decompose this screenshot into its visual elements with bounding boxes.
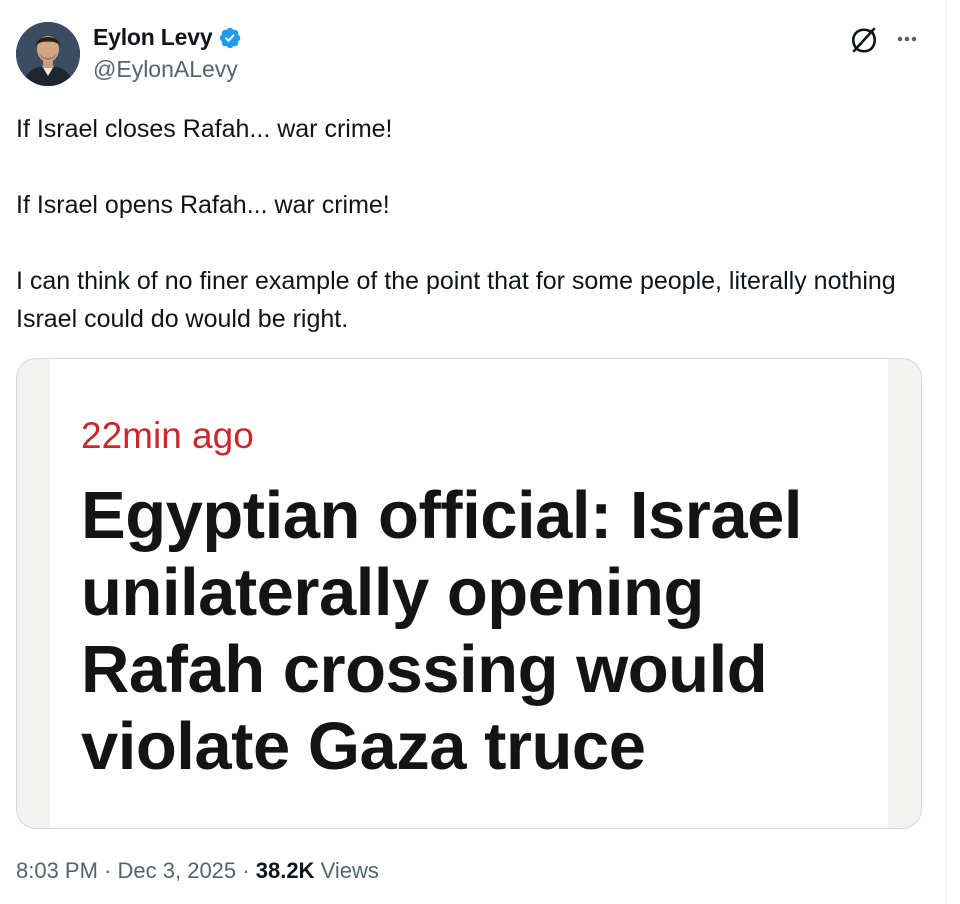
author-handle[interactable]: @EylonALevy — [93, 56, 238, 83]
author-name-row: Eylon Levy — [93, 24, 242, 51]
tweet-time[interactable]: 8:03 PM — [16, 858, 98, 883]
news-headline: Egyptian official: Israel unilaterally o… — [81, 478, 802, 784]
news-time-ago: 22min ago — [81, 415, 254, 456]
author-display-name[interactable]: Eylon Levy — [93, 24, 213, 51]
tweet-date[interactable]: Dec 3, 2025 — [118, 858, 237, 883]
media-image-card[interactable]: 22min ago Egyptian official: Israel unil… — [16, 358, 922, 829]
news-screenshot: 22min ago Egyptian official: Israel unil… — [50, 359, 888, 828]
verified-badge-icon[interactable] — [218, 26, 242, 50]
more-options-icon[interactable] — [892, 24, 922, 54]
views-count: 38.2K — [255, 858, 315, 883]
tweet-text: If Israel closes Rafah... war crime! If … — [16, 110, 926, 338]
tweet-meta: 8:03 PM · Dec 3, 2025 · 38.2K Views — [16, 858, 379, 884]
avatar[interactable] — [16, 22, 80, 86]
grok-icon[interactable] — [848, 24, 880, 56]
meta-separator: · — [104, 858, 112, 883]
tweet-line-2: If Israel opens Rafah... war crime! — [16, 191, 390, 219]
column-divider — [946, 0, 947, 904]
views-label: Views — [320, 858, 379, 883]
tweet-line-3: I can think of no finer example of the p… — [16, 267, 896, 333]
tweet-line-1: If Israel closes Rafah... war crime! — [16, 115, 393, 143]
meta-separator: · — [242, 858, 250, 883]
